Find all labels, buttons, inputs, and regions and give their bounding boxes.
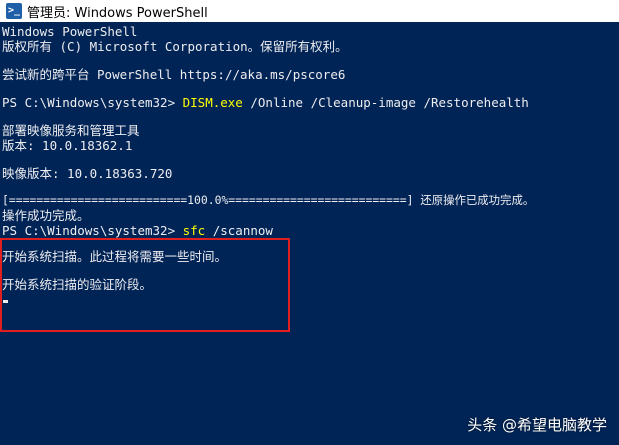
highlight-box xyxy=(0,238,290,332)
command-name: sfc xyxy=(182,223,206,238)
command-args: /Online /Cleanup-image /Restorehealth xyxy=(242,95,529,110)
command-name: DISM.exe xyxy=(182,95,243,110)
console-line: Windows PowerShell xyxy=(2,24,138,39)
console-line: 映像版本: 10.0.18363.720 xyxy=(2,166,173,181)
console-line: 操作成功完成。 xyxy=(2,208,90,223)
title-bar[interactable]: >_ 管理员: Windows PowerShell xyxy=(0,0,619,22)
console-line: 版本: 10.0.18362.1 xyxy=(2,138,133,153)
console-line: 部署映像服务和管理工具 xyxy=(2,123,140,138)
powershell-window: >_ 管理员: Windows PowerShell Windows Power… xyxy=(0,0,619,445)
console-line: 尝试新的跨平台 PowerShell https://aka.ms/pscore… xyxy=(2,67,346,82)
command-args: /scannow xyxy=(205,223,273,238)
console-line: 版权所有 (C) Microsoft Corporation。保留所有权利。 xyxy=(2,39,348,54)
console-prompt-line: PS C:\Windows\system32> sfc /scannow xyxy=(2,223,273,238)
watermark: 头条 @希望电脑教学 xyxy=(467,416,607,434)
prompt: PS C:\Windows\system32> xyxy=(2,95,183,110)
progress-line: [==========================100.0%=======… xyxy=(2,193,535,207)
console-output[interactable]: Windows PowerShell 版权所有 (C) Microsoft Co… xyxy=(0,22,619,445)
prompt: PS C:\Windows\system32> xyxy=(2,223,183,238)
console-prompt-line: PS C:\Windows\system32> DISM.exe /Online… xyxy=(2,95,529,110)
window-title: 管理员: Windows PowerShell xyxy=(27,5,208,21)
powershell-icon: >_ xyxy=(6,3,22,19)
